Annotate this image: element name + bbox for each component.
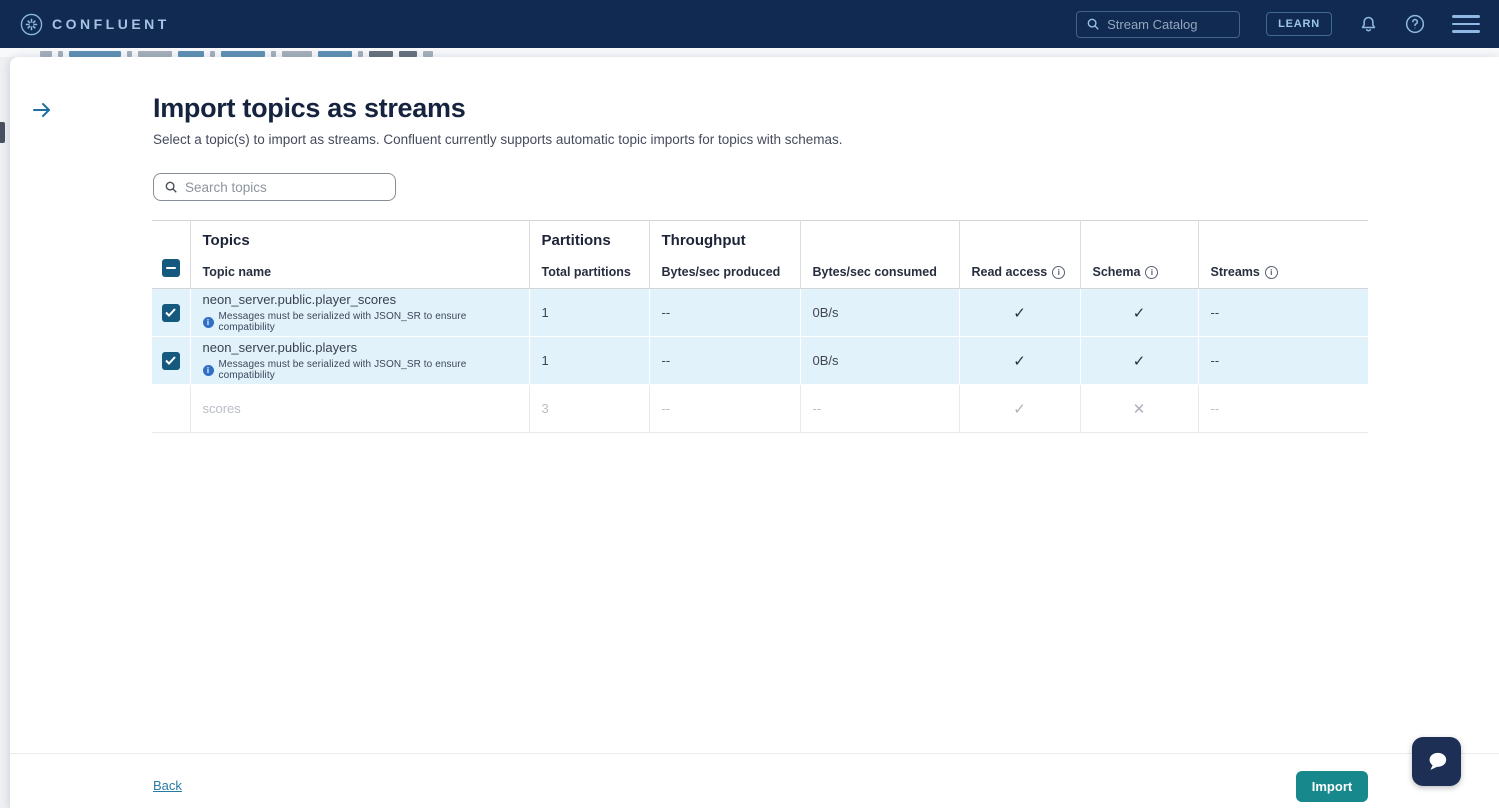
streams-cell: -- bbox=[1198, 289, 1368, 337]
learn-button[interactable]: LEARN bbox=[1266, 12, 1332, 36]
streams-info-icon[interactable]: i bbox=[1265, 266, 1278, 279]
streams-cell: -- bbox=[1198, 337, 1368, 385]
read-access-info-icon[interactable]: i bbox=[1052, 266, 1065, 279]
checkbox-cell[interactable] bbox=[152, 289, 190, 337]
help-icon[interactable] bbox=[1405, 14, 1425, 34]
read-access-cell: ✓ bbox=[959, 337, 1080, 385]
footer-divider bbox=[10, 753, 1499, 754]
topic-search-box[interactable] bbox=[153, 173, 396, 201]
info-icon: i bbox=[203, 317, 214, 328]
top-navbar: CONFLUENT LEARN bbox=[0, 0, 1499, 48]
table-row[interactable]: neon_server.public.player_scoresiMessage… bbox=[152, 289, 1368, 337]
confluent-logo[interactable]: CONFLUENT bbox=[20, 13, 170, 36]
stream-catalog-input[interactable] bbox=[1107, 17, 1217, 32]
col-topic-name: Topics Topic name bbox=[190, 221, 529, 289]
notifications-bell-icon[interactable] bbox=[1358, 14, 1379, 35]
breadcrumb-clipped-strip bbox=[0, 48, 1499, 57]
stream-catalog-search[interactable] bbox=[1076, 11, 1240, 38]
streams-cell: -- bbox=[1198, 385, 1368, 433]
checkbox-cell bbox=[152, 385, 190, 433]
produced-cell: -- bbox=[649, 289, 800, 337]
chat-bubble-icon bbox=[1423, 748, 1451, 776]
col-bytes-produced: Throughput Bytes/sec produced bbox=[649, 221, 800, 289]
schema-info-icon[interactable]: i bbox=[1145, 266, 1158, 279]
import-topics-panel: Import topics as streams Select a topic(… bbox=[10, 57, 1499, 808]
background-panel-fragment bbox=[0, 122, 5, 143]
page-title: Import topics as streams bbox=[153, 93, 465, 124]
partitions-cell: 3 bbox=[529, 385, 649, 433]
col-read-access: Read access i bbox=[959, 221, 1080, 289]
hamburger-menu-icon[interactable] bbox=[1451, 12, 1481, 36]
import-button[interactable]: Import bbox=[1296, 771, 1368, 802]
page-subtitle: Select a topic(s) to import as streams. … bbox=[153, 132, 843, 147]
table-header-row: Topics Topic name Partitions Total parti… bbox=[152, 221, 1368, 289]
topic-search-input[interactable] bbox=[185, 180, 375, 195]
chat-launcher-button[interactable] bbox=[1412, 737, 1461, 786]
back-link[interactable]: Back bbox=[153, 778, 182, 793]
produced-cell: -- bbox=[649, 337, 800, 385]
schema-cell: ✕ bbox=[1080, 385, 1198, 433]
info-icon: i bbox=[203, 365, 214, 376]
collapse-panel-arrow-icon[interactable] bbox=[30, 98, 54, 122]
read-access-cell: ✓ bbox=[959, 289, 1080, 337]
consumed-cell: 0B/s bbox=[800, 289, 959, 337]
schema-cell: ✓ bbox=[1080, 337, 1198, 385]
partitions-cell: 1 bbox=[529, 289, 649, 337]
select-all-cell bbox=[152, 221, 190, 289]
topic-cell: neon_server.public.player_scoresiMessage… bbox=[190, 289, 529, 337]
table-row: scores3----✓✕-- bbox=[152, 385, 1368, 433]
consumed-cell: 0B/s bbox=[800, 337, 959, 385]
brand-name: CONFLUENT bbox=[52, 16, 170, 32]
col-schema: Schema i bbox=[1080, 221, 1198, 289]
checkbox-cell[interactable] bbox=[152, 337, 190, 385]
search-icon bbox=[164, 180, 178, 194]
col-streams: Streams i bbox=[1198, 221, 1368, 289]
search-icon bbox=[1086, 17, 1100, 31]
partitions-cell: 1 bbox=[529, 337, 649, 385]
select-all-checkbox[interactable] bbox=[162, 259, 180, 277]
topic-cell: neon_server.public.playersiMessages must… bbox=[190, 337, 529, 385]
consumed-cell: -- bbox=[800, 385, 959, 433]
read-access-cell: ✓ bbox=[959, 385, 1080, 433]
produced-cell: -- bbox=[649, 385, 800, 433]
schema-cell: ✓ bbox=[1080, 289, 1198, 337]
row-checkbox[interactable] bbox=[162, 304, 180, 322]
table-row[interactable]: neon_server.public.playersiMessages must… bbox=[152, 337, 1368, 385]
col-total-partitions: Partitions Total partitions bbox=[529, 221, 649, 289]
topics-table-body: neon_server.public.player_scoresiMessage… bbox=[152, 289, 1368, 433]
col-bytes-consumed: Bytes/sec consumed bbox=[800, 221, 959, 289]
topic-note: iMessages must be serialized with JSON_S… bbox=[203, 311, 523, 333]
topics-table: Topics Topic name Partitions Total parti… bbox=[152, 220, 1368, 433]
topic-note: iMessages must be serialized with JSON_S… bbox=[203, 359, 523, 381]
confluent-logo-icon bbox=[20, 13, 43, 36]
row-checkbox[interactable] bbox=[162, 352, 180, 370]
topic-cell: scores bbox=[190, 385, 529, 433]
